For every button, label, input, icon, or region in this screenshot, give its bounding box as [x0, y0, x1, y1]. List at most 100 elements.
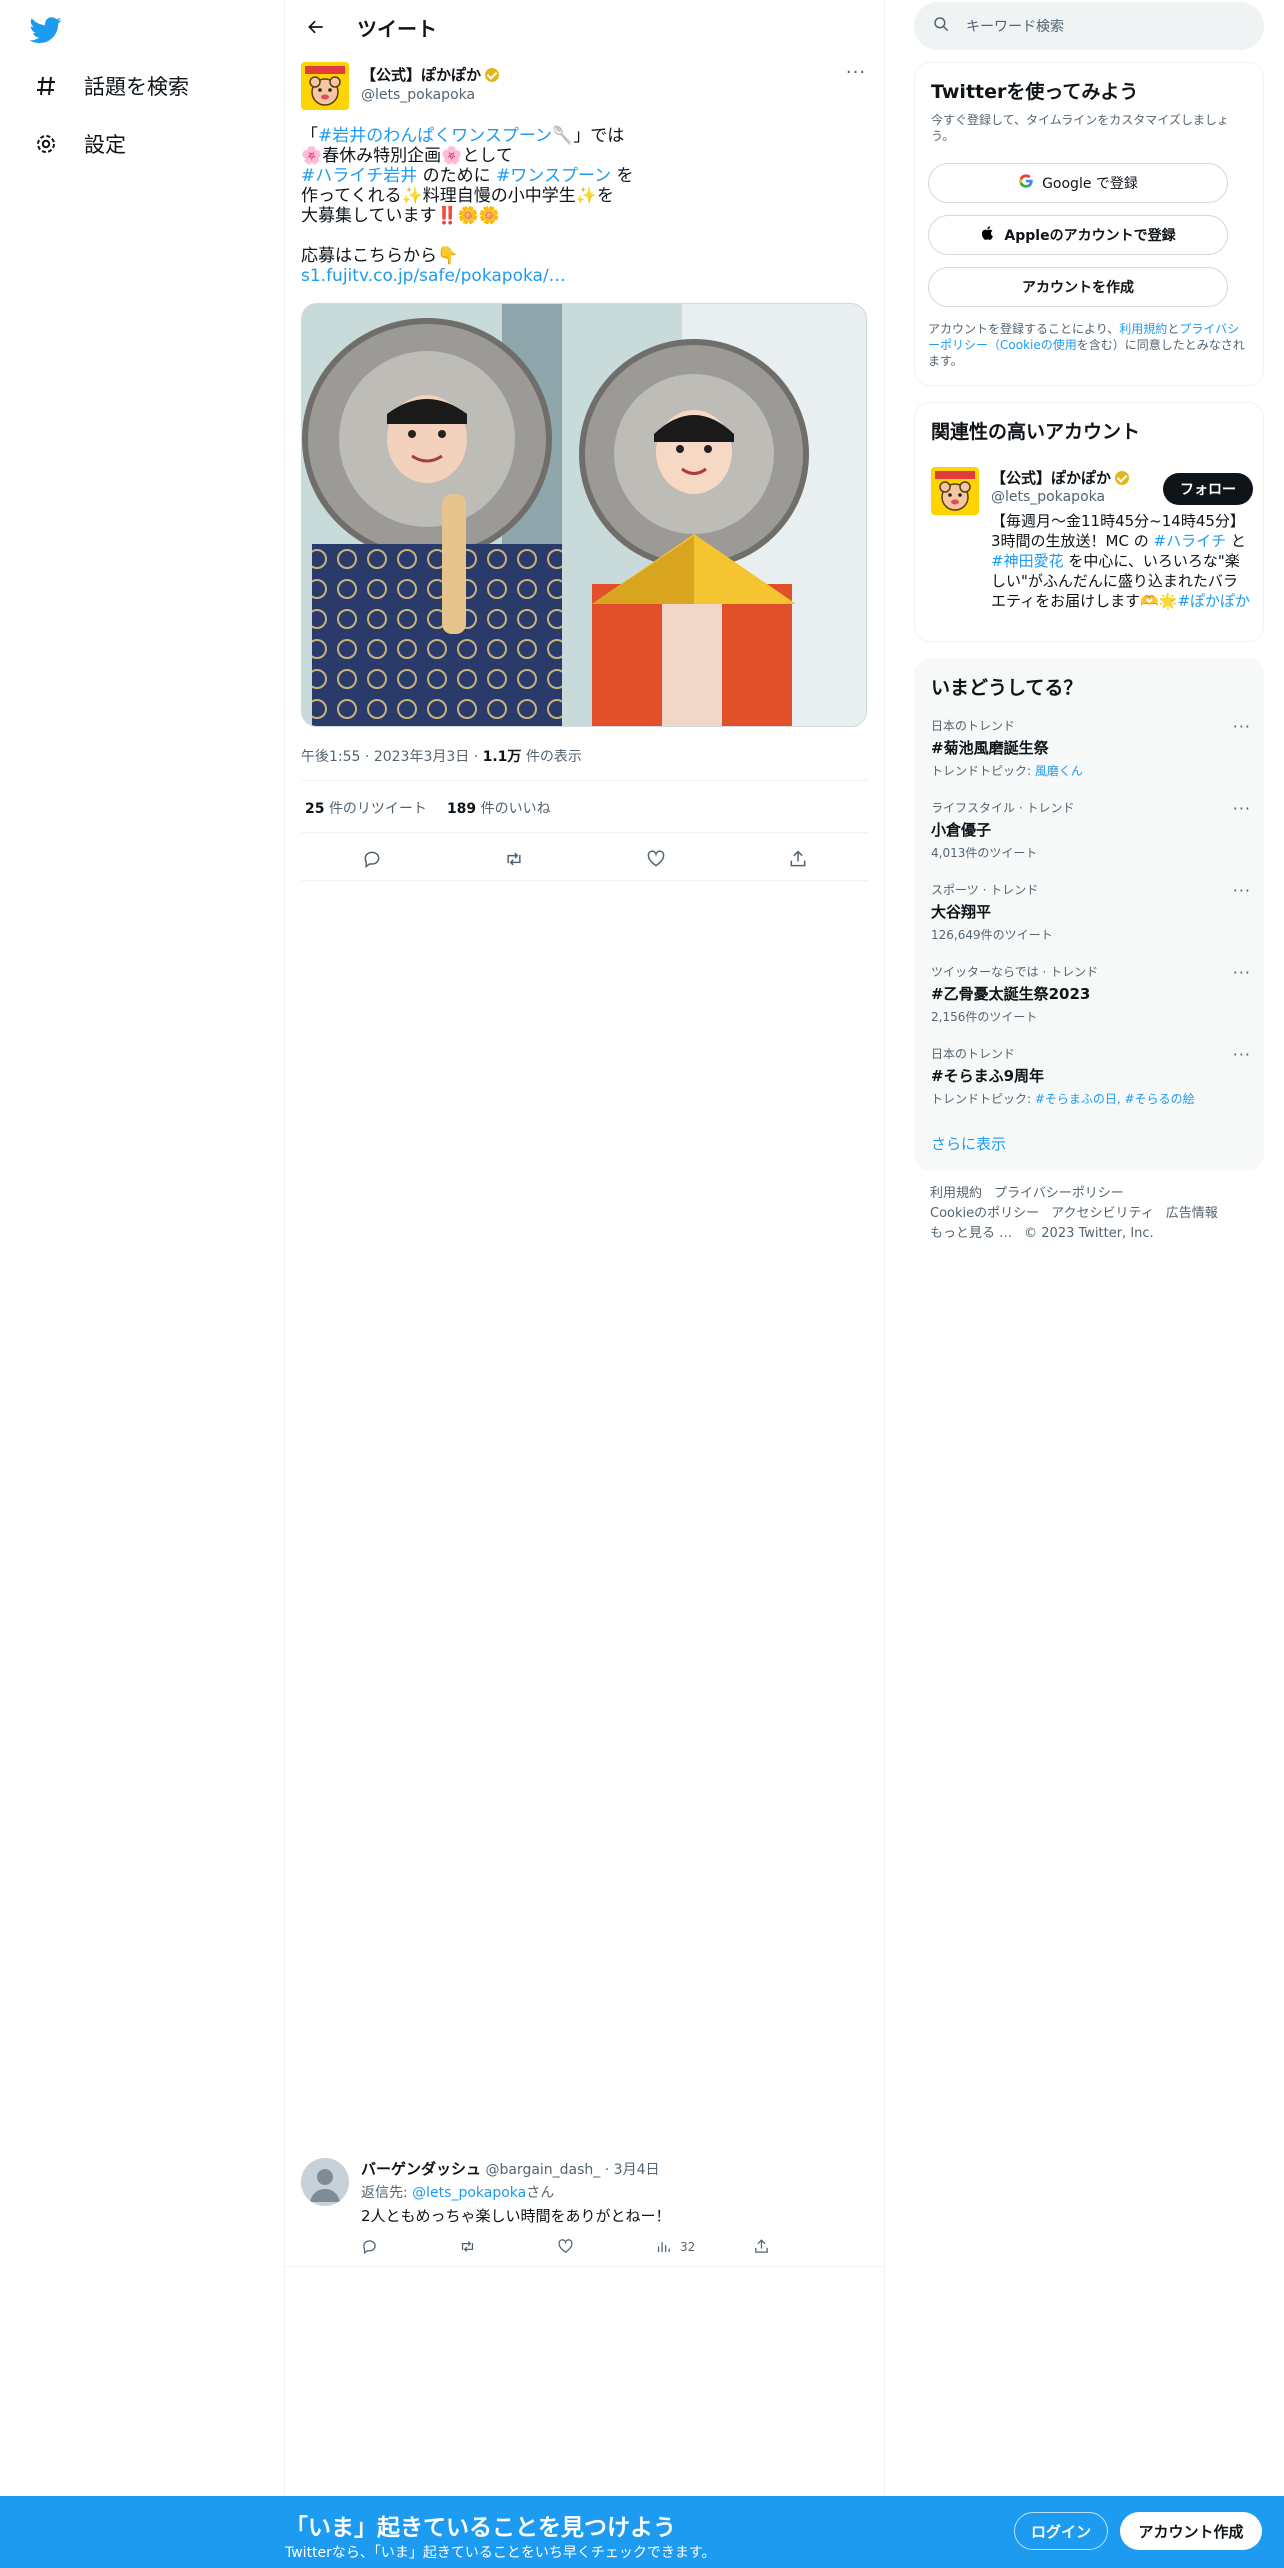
hashtag-link[interactable]: #ワンスプーン — [496, 166, 611, 186]
retweets-count: 25 — [305, 801, 325, 817]
views-stat[interactable]: 32 — [655, 2238, 753, 2255]
reply-author-handle[interactable]: @bargain_dash_ — [485, 2162, 600, 2178]
page-title: ツイート — [357, 17, 437, 41]
share-icon[interactable] — [753, 2238, 851, 2255]
nav-settings-label: 設定 — [84, 133, 126, 157]
create-account-button[interactable]: アカウントを作成 — [928, 267, 1228, 307]
trend-topic-link[interactable]: 風磨くん — [1035, 764, 1083, 778]
share-icon[interactable] — [781, 842, 815, 876]
footer-more-link[interactable]: もっと見る … — [930, 1226, 1012, 1241]
tweet-time[interactable]: 午後1:55 — [301, 749, 360, 765]
more-options-icon[interactable]: ··· — [1233, 799, 1251, 818]
trends-card: いまどうしてる？ 日本のトレンド #菊池風磨誕生祭 トレンドトピック: 風磨くん… — [914, 658, 1264, 1170]
more-options-icon[interactable]: ··· — [1233, 1045, 1251, 1064]
views-label: 件の表示 — [525, 749, 582, 765]
hashtag-link[interactable]: #神田愛花 — [991, 552, 1064, 570]
hashtag-link[interactable]: #岩井のわんぱくワンスプーン — [318, 126, 552, 146]
external-link[interactable]: s1.fujitv.co.jp/safe/pokapoka/… — [301, 266, 566, 286]
trend-category: スポーツ · トレンド — [931, 883, 1039, 897]
reply-text: 2人ともめっちゃ楽しい時間をありがとねー！ — [361, 2207, 671, 2225]
trend-item[interactable]: ライフスタイル · トレンド 小倉優子 4,013件のツイート ··· — [931, 799, 1251, 861]
more-options-icon[interactable]: ··· — [843, 64, 869, 86]
trend-item[interactable]: ツイッターならでは · トレンド #乙骨憂太誕生祭2023 2,156件のツイー… — [931, 963, 1251, 1025]
trend-item[interactable]: 日本のトレンド #そらまふ9周年 トレンドトピック: #そらまふの日, #そらる… — [931, 1045, 1251, 1107]
likes-stat[interactable]: 189 件のいいね — [447, 798, 551, 818]
nav-explore[interactable]: 話題を検索 — [32, 66, 189, 106]
author-handle: @lets_pokapoka — [361, 87, 476, 103]
footer-links: 利用規約 プライバシーポリシー Cookieのポリシー アクセシビリティ 広告情報 も… — [930, 1184, 1250, 1244]
hashtag-link[interactable]: #ハライチ岩井 — [301, 166, 417, 186]
footer-link[interactable]: 広告情報 — [1166, 1206, 1218, 1221]
search-placeholder: キーワード検索 — [966, 19, 1064, 35]
text-segment: のために — [417, 166, 497, 186]
trend-item[interactable]: 日本のトレンド #菊池風磨誕生祭 トレンドトピック: 風磨くん ··· — [931, 717, 1251, 779]
terms-text: アカウントを登録することにより、 — [928, 322, 1120, 336]
signup-button[interactable]: アカウント作成 — [1120, 2512, 1262, 2550]
meta-separator: · — [473, 749, 479, 765]
trend-sub: トレンドトピック: #そらまふの日, #そらるの絵 — [931, 1090, 1251, 1107]
retweet-icon[interactable] — [497, 842, 531, 876]
trend-sub: 4,013件のツイート — [931, 844, 1251, 861]
trend-category: 日本のトレンド — [931, 719, 1016, 733]
reply-author-name[interactable]: バーゲンダッシュ — [361, 2160, 481, 2178]
left-nav: 話題を検索 設定 — [0, 0, 285, 2568]
divider — [301, 880, 869, 881]
like-icon[interactable] — [639, 842, 673, 876]
footer-link[interactable]: Cookieのポリシー — [930, 1206, 1039, 1221]
trend-sub-text: 2,156件のツイート — [931, 1010, 1038, 1024]
reply-actions: 32 — [361, 2238, 861, 2255]
author-name: 【公式】ぽかぽか — [361, 66, 482, 84]
trend-sub-text: トレンドトピック: — [931, 1092, 1035, 1106]
tweet-text: 「#岩井のわんぱくワンスプーン🥄」では 🌸春休み特別企画🌸として #ハライチ岩井… — [301, 126, 869, 286]
follow-button[interactable]: フォロー — [1163, 473, 1253, 505]
retweet-icon[interactable] — [459, 2238, 557, 2255]
hashtag-link[interactable]: #ぽかぽか — [1177, 592, 1250, 610]
likes-count: 189 — [446, 801, 477, 817]
tweet-text-line: 大募集しています‼️🌼🌼 — [301, 206, 869, 226]
footer-link[interactable]: プライバシーポリシー — [994, 1186, 1124, 1201]
footer-link[interactable]: 利用規約 — [930, 1186, 982, 1201]
trend-topic-link[interactable]: #そらまふの日, #そらるの絵 — [1035, 1092, 1195, 1106]
analytics-icon — [657, 2242, 670, 2253]
trend-item[interactable]: スポーツ · トレンド 大谷翔平 126,649件のツイート ··· — [931, 881, 1251, 943]
google-signup-button[interactable]: Google で登録 — [928, 163, 1228, 203]
tweet-meta: 午後1:55 · 2023年3月3日 · 1.1万 件の表示 — [301, 746, 582, 766]
search-box[interactable]: キーワード検索 — [914, 2, 1264, 50]
apple-signup-button[interactable]: Appleのアカウントで登録 — [928, 215, 1228, 255]
tweet-text-line: s1.fujitv.co.jp/safe/pokapoka/… — [301, 266, 869, 286]
related-avatar[interactable] — [931, 467, 979, 515]
reply-date[interactable]: 3月4日 — [614, 2162, 660, 2178]
more-options-icon[interactable]: ··· — [1233, 717, 1251, 736]
likes-label: 件のいいね — [480, 801, 551, 817]
tweet-photo[interactable] — [301, 303, 867, 727]
more-options-icon[interactable]: ··· — [1233, 881, 1251, 900]
reply-icon[interactable] — [355, 842, 389, 876]
trend-name: #乙骨憂太誕生祭2023 — [931, 985, 1091, 1003]
reply-avatar[interactable] — [301, 2158, 349, 2206]
footer-link[interactable]: アクセシビリティ — [1051, 1206, 1154, 1221]
login-button[interactable]: ログイン — [1014, 2512, 1108, 2550]
tweet-date[interactable]: 2023年3月3日 — [374, 749, 469, 765]
bottom-bar-title: 「いま」起きていることを見つけよう — [285, 2515, 676, 2541]
trend-name: #そらまふ9周年 — [931, 1067, 1045, 1085]
replying-to-link[interactable]: @lets_pokapoka — [412, 2185, 526, 2201]
divider — [301, 832, 869, 833]
terms-link[interactable]: 利用規約 — [1119, 322, 1167, 336]
trend-sub-text: トレンドトピック: — [931, 764, 1035, 778]
like-icon[interactable] — [557, 2238, 655, 2255]
signup-terms: アカウントを登録することにより、利用規約とプライバシーポリシー（Cookieの使… — [928, 321, 1248, 369]
retweets-stat[interactable]: 25 件のリツイート — [305, 798, 427, 818]
trend-sub: トレンドトピック: 風磨くん — [931, 762, 1251, 779]
more-options-icon[interactable]: ··· — [1233, 963, 1251, 982]
twitter-logo-icon[interactable] — [29, 14, 66, 44]
related-name: 【公式】ぽかぽか — [991, 469, 1112, 487]
nav-settings[interactable]: 設定 — [32, 124, 126, 164]
tweet-text-line: 応募はこちらから👇 — [301, 246, 869, 266]
back-arrow-icon[interactable] — [299, 10, 333, 44]
author-info[interactable]: 【公式】ぽかぽか @lets_pokapoka — [361, 64, 500, 103]
hashtag-link[interactable]: #ハライチ — [1154, 532, 1227, 550]
author-avatar[interactable] — [301, 62, 349, 110]
show-more-link[interactable]: さらに表示 — [931, 1133, 1006, 1154]
reply-icon[interactable] — [361, 2238, 459, 2255]
trend-sub: 126,649件のツイート — [931, 926, 1251, 943]
